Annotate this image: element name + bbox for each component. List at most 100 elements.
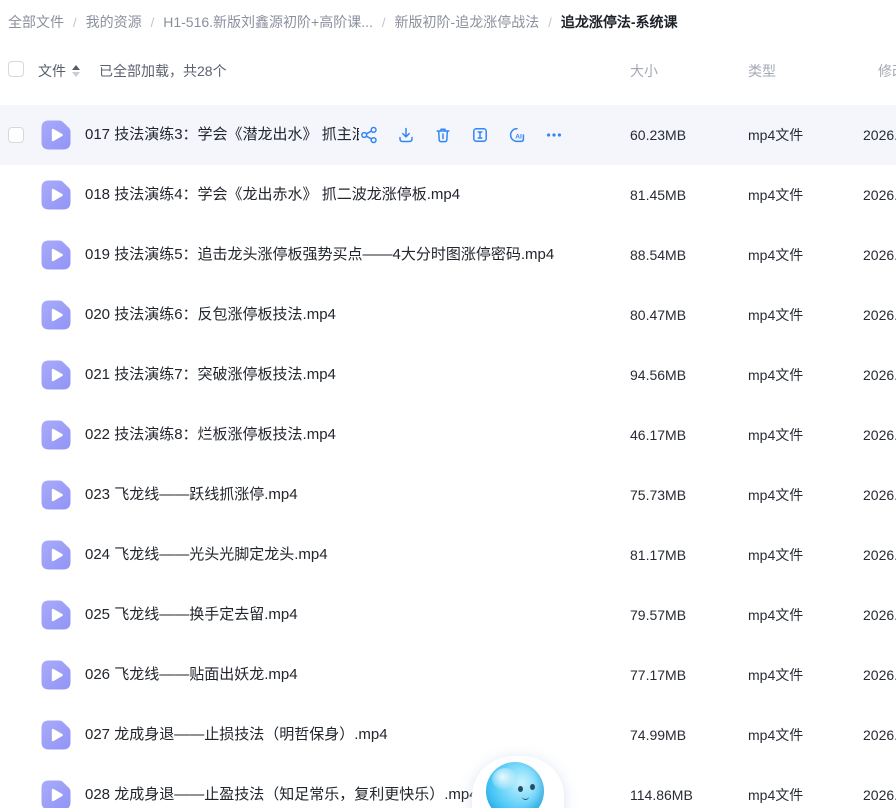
file-size: 74.99MB: [630, 705, 686, 765]
breadcrumb-separator: /: [548, 15, 552, 30]
video-file-icon: [40, 719, 72, 751]
file-type: mp4文件: [748, 585, 803, 645]
file-size: 60.23MB: [630, 105, 686, 165]
file-size: 114.86MB: [630, 765, 693, 808]
file-type: mp4文件: [748, 465, 803, 525]
delete-icon[interactable]: [434, 126, 452, 144]
file-modified-date: 2026.: [863, 525, 896, 585]
table-row[interactable]: 023 飞龙线——跃线抓涨停.mp4: [0, 465, 896, 525]
file-modified-date: 2026.: [863, 705, 896, 765]
file-modified-date: 2026.: [863, 765, 896, 808]
share-icon[interactable]: [360, 126, 378, 144]
file-modified-date: 2026.: [863, 465, 896, 525]
svg-text:AI: AI: [515, 134, 522, 141]
breadcrumb-link[interactable]: 全部文件: [8, 12, 64, 32]
file-type: mp4文件: [748, 345, 803, 405]
mascot-highlight: [492, 768, 518, 790]
file-name[interactable]: 024 飞龙线——光头光脚定龙头.mp4: [85, 525, 328, 585]
video-file-icon: [40, 359, 72, 391]
breadcrumb-current: 追龙涨停法-系统课: [561, 12, 678, 32]
file-size: 77.17MB: [630, 645, 686, 705]
file-type: mp4文件: [748, 405, 803, 465]
file-modified-date: 2026.: [863, 285, 896, 345]
table-row[interactable]: 026 飞龙线——贴面出妖龙.mp4: [0, 645, 896, 705]
ai-subtitle-icon[interactable]: AI: [508, 126, 526, 144]
select-all-checkbox[interactable]: [8, 61, 24, 77]
video-file-icon: [40, 539, 72, 571]
file-name[interactable]: 017 技法演练3：学会《潜龙出水》 抓主浪涨停: [85, 105, 359, 165]
size-column-header[interactable]: 大小: [630, 61, 658, 81]
file-name[interactable]: 023 飞龙线——跃线抓涨停.mp4: [85, 465, 298, 525]
row-checkbox[interactable]: [8, 127, 24, 143]
file-type: mp4文件: [748, 225, 803, 285]
file-type: mp4文件: [748, 705, 803, 765]
sort-down-icon: [72, 72, 80, 77]
file-name[interactable]: 018 技法演练4：学会《龙出赤水》 抓二波龙涨停板.mp4: [85, 165, 460, 225]
file-manager-page: 全部文件/我的资源/H1-516.新版刘鑫源初阶+高阶课.../新版初阶-追龙涨…: [0, 0, 896, 808]
video-file-icon: [40, 119, 72, 151]
modified-column-header[interactable]: 修改时间: [878, 61, 896, 81]
type-column-header[interactable]: 类型: [748, 61, 776, 81]
breadcrumb-link[interactable]: 我的资源: [86, 12, 142, 32]
video-file-icon: [40, 239, 72, 271]
video-file-icon: [40, 479, 72, 511]
file-column-label: 文件: [38, 61, 66, 81]
breadcrumb-link[interactable]: H1-516.新版刘鑫源初阶+高阶课...: [163, 12, 373, 32]
file-modified-date: 2026.: [863, 165, 896, 225]
file-name[interactable]: 022 技法演练8：烂板涨停板技法.mp4: [85, 405, 336, 465]
file-type: mp4文件: [748, 765, 803, 808]
table-row[interactable]: 020 技法演练6：反包涨停板技法.mp4: [0, 285, 896, 345]
file-name[interactable]: 028 龙成身退——止盈技法（知足常乐，复利更快乐）.mp4: [85, 765, 478, 808]
sort-toggle[interactable]: [72, 65, 80, 77]
file-name[interactable]: 025 飞龙线——换手定去留.mp4: [85, 585, 298, 645]
file-type: mp4文件: [748, 165, 803, 225]
file-size: 88.54MB: [630, 225, 686, 285]
file-size: 80.47MB: [630, 285, 686, 345]
file-modified-date: 2026.: [863, 585, 896, 645]
file-size: 79.57MB: [630, 585, 686, 645]
file-size: 46.17MB: [630, 405, 686, 465]
file-type: mp4文件: [748, 105, 803, 165]
file-size: 75.73MB: [630, 465, 686, 525]
rename-icon[interactable]: [471, 126, 489, 144]
file-name[interactable]: 019 技法演练5：追击龙头涨停板强势买点——4大分时图涨停密码.mp4: [85, 225, 554, 285]
file-size: 94.56MB: [630, 345, 686, 405]
video-file-icon: [40, 419, 72, 451]
file-modified-date: 2026.: [863, 225, 896, 285]
more-actions-icon[interactable]: [545, 126, 563, 144]
file-name[interactable]: 021 技法演练7：突破涨停板技法.mp4: [85, 345, 336, 405]
video-file-icon: [40, 299, 72, 331]
file-column-header: 文件: [38, 61, 80, 81]
table-row[interactable]: 024 飞龙线——光头光脚定龙头.mp4: [0, 525, 896, 585]
mascot-eye-right: [530, 784, 535, 790]
download-icon[interactable]: [397, 126, 415, 144]
video-file-icon: [40, 179, 72, 211]
table-row[interactable]: 025 飞龙线——换手定去留.mp4: [0, 585, 896, 645]
table-row[interactable]: 019 技法演练5：追击龙头涨停板强势买点——4大分时图涨停密码.mp4: [0, 225, 896, 285]
file-name[interactable]: 020 技法演练6：反包涨停板技法.mp4: [85, 285, 336, 345]
file-modified-date: 2026.: [863, 645, 896, 705]
row-actions: AI: [360, 105, 563, 165]
table-row[interactable]: 021 技法演练7：突破涨停板技法.mp4: [0, 345, 896, 405]
video-file-icon: [40, 659, 72, 691]
table-row[interactable]: 017 技法演练3：学会《潜龙出水》 抓主浪涨停: [0, 105, 896, 165]
file-name[interactable]: 026 飞龙线——贴面出妖龙.mp4: [85, 645, 298, 705]
video-file-icon: [40, 779, 72, 808]
file-name[interactable]: 027 龙成身退——止损技法（明哲保身）.mp4: [85, 705, 388, 765]
table-row[interactable]: 027 龙成身退——止损技法（明哲保身）.mp4: [0, 705, 896, 765]
file-size: 81.45MB: [630, 165, 686, 225]
table-row[interactable]: 022 技法演练8：烂板涨停板技法.mp4: [0, 405, 896, 465]
breadcrumb-separator: /: [382, 15, 386, 30]
file-type: mp4文件: [748, 285, 803, 345]
breadcrumb-link[interactable]: 新版初阶-追龙涨停战法: [395, 12, 540, 32]
assistant-mascot[interactable]: [466, 748, 570, 808]
load-status-text: 已全部加载，共28个: [99, 61, 227, 81]
file-type: mp4文件: [748, 645, 803, 705]
video-file-icon: [40, 599, 72, 631]
file-list: 017 技法演练3：学会《潜龙出水》 抓主浪涨停: [0, 105, 896, 808]
file-modified-date: 2026.: [863, 405, 896, 465]
table-row[interactable]: 028 龙成身退——止盈技法（知足常乐，复利更快乐）.mp4: [0, 765, 896, 808]
table-row[interactable]: 018 技法演练4：学会《龙出赤水》 抓二波龙涨停板.mp4: [0, 165, 896, 225]
sort-up-icon: [72, 65, 80, 70]
file-type: mp4文件: [748, 525, 803, 585]
